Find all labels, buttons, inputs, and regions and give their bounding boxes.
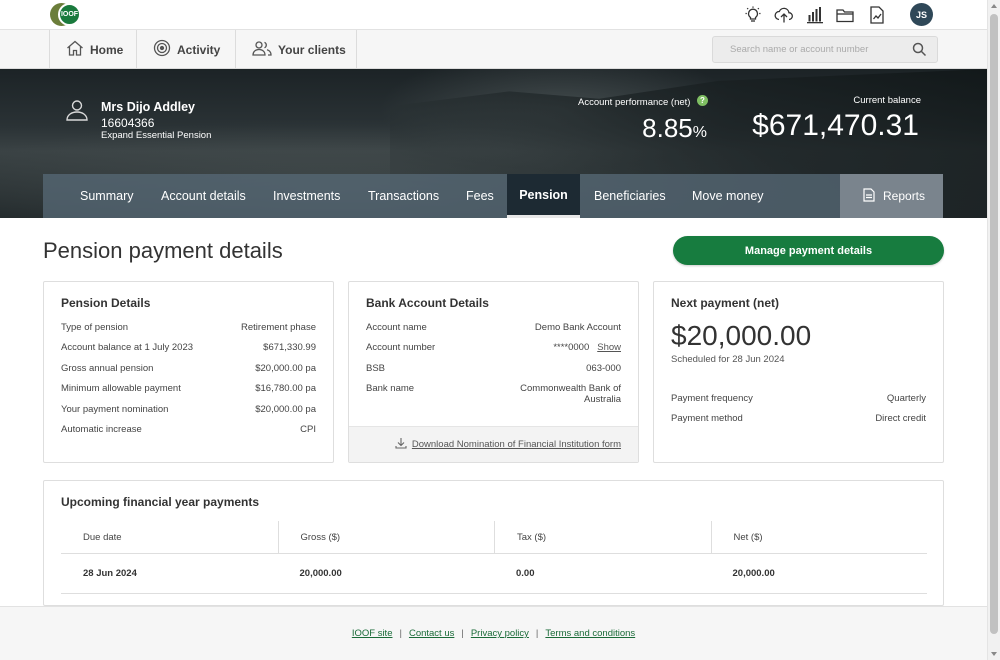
detail-row: Account name Demo Bank Account: [366, 322, 621, 333]
scrollbar-thumb[interactable]: [990, 14, 998, 634]
footer-link-ioof-site[interactable]: IOOF site: [352, 628, 393, 639]
reports-button[interactable]: Reports: [840, 174, 943, 218]
page-title: Pension payment details: [43, 238, 283, 263]
detail-row: Account balance at 1 July 2023 $671,330.9…: [61, 342, 316, 353]
account-tabs: Summary Account details Investments Tran…: [43, 174, 943, 218]
card-title: Bank Account Details: [366, 296, 489, 310]
nav-activity-label: Activity: [177, 42, 221, 57]
tab-fees[interactable]: Fees: [466, 174, 508, 218]
vertical-scrollbar[interactable]: [987, 0, 1000, 660]
search-icon[interactable]: [912, 42, 927, 62]
separator: |: [461, 628, 464, 639]
show-account-number-link[interactable]: Show: [597, 342, 621, 353]
reports-label: Reports: [883, 189, 926, 203]
separator: |: [535, 628, 539, 639]
download-icon: [395, 436, 407, 454]
next-payment-schedule: Scheduled for 28 Jun 2024: [671, 354, 785, 365]
brand-logo[interactable]: IOOF: [50, 3, 82, 26]
table-header: Due date Gross ($) Tax ($) Net ($): [61, 521, 927, 554]
download-nomination-form-link[interactable]: Download Nomination of Financial Institu…: [412, 439, 621, 450]
performance-value: 8.85%: [642, 113, 707, 143]
table-row: 28 Jun 2024 20,000.00 0.00 20,000.00: [61, 554, 927, 594]
nav-home[interactable]: Home: [49, 30, 137, 69]
client-icon: [65, 99, 89, 126]
detail-row: Type of pension Retirement phase: [61, 322, 316, 333]
table-cell: 28 Jun 2024: [83, 568, 137, 579]
scroll-down-icon[interactable]: [991, 652, 997, 656]
next-payment-amount: $20,000.00: [671, 320, 812, 351]
next-payment-card: Next payment (net) $20,000.00 Scheduled …: [653, 281, 944, 463]
home-icon: [66, 40, 84, 59]
payments-table: Due date Gross ($) Tax ($) Net ($) 28 Ju…: [61, 521, 927, 594]
card-title: Pension Details: [61, 296, 151, 310]
column-header: Net ($): [710, 521, 928, 553]
detail-row: Automatic increase CPI: [61, 424, 316, 435]
detail-row: Your payment nomination $20,000.00 pa: [61, 404, 316, 415]
scroll-up-icon[interactable]: [991, 4, 997, 8]
tab-transactions[interactable]: Transactions: [368, 174, 466, 218]
column-header: Tax ($): [494, 521, 711, 553]
nav-clients-label: Your clients: [278, 42, 346, 57]
folder-icon[interactable]: [835, 4, 856, 25]
table-cell: 20,000.00: [299, 568, 342, 579]
client-product: Expand Essential Pension: [101, 130, 212, 141]
upload-icon[interactable]: [773, 4, 794, 25]
search-input[interactable]: [713, 37, 903, 62]
balance-label: Current balance: [853, 95, 921, 106]
balance-value: $671,470.31: [752, 109, 919, 142]
tab-move-money[interactable]: Move money: [692, 174, 792, 218]
top-bar: IOOF JS: [0, 0, 987, 29]
bank-account-card: Bank Account Details Account name Demo Ba…: [348, 281, 639, 463]
pension-details-card: Pension Details Type of pension Retiremen…: [43, 281, 334, 463]
table-cell: 20,000.00: [732, 568, 775, 579]
bar-chart-icon[interactable]: [804, 4, 825, 25]
footer-link-contact[interactable]: Contact us: [409, 628, 454, 639]
help-icon[interactable]: ?: [697, 95, 708, 106]
report-icon: [863, 187, 875, 205]
top-toolbar: [742, 4, 887, 25]
tab-investments[interactable]: Investments: [273, 174, 368, 218]
tab-pension[interactable]: Pension: [507, 174, 580, 218]
main-nav: Home Activity Your clients: [0, 29, 987, 69]
nav-activity[interactable]: Activity: [137, 30, 236, 69]
client-name: Mrs Dijo Addley: [101, 100, 195, 114]
page-footer: IOOF site | Contact us | Privacy policy …: [0, 606, 987, 660]
account-hero: Mrs Dijo Addley 16604366 Expand Essentia…: [0, 69, 987, 218]
upcoming-payments-card: Upcoming financial year payments Due dat…: [43, 480, 944, 606]
tab-summary[interactable]: Summary: [43, 174, 161, 218]
manage-payment-details-button[interactable]: Manage payment details: [673, 236, 944, 265]
search-box: [712, 36, 938, 63]
tab-account-details[interactable]: Account details: [161, 174, 273, 218]
detail-row: Bank name Commonwealth Bank of Australia: [366, 383, 621, 405]
column-header: Gross ($): [277, 521, 495, 553]
detail-row: Account number ****0000 Show: [366, 342, 621, 353]
table-cell: 0.00: [516, 568, 535, 579]
client-account-number: 16604366: [101, 116, 155, 130]
detail-row: Gross annual pension $20,000.00 pa: [61, 363, 316, 374]
activity-icon: [153, 39, 171, 60]
download-form-bar: Download Nomination of Financial Institu…: [349, 426, 638, 462]
user-avatar[interactable]: JS: [910, 3, 933, 26]
card-title: Upcoming financial year payments: [61, 495, 260, 509]
card-title: Next payment (net): [671, 296, 780, 310]
lightbulb-icon[interactable]: [742, 4, 763, 25]
detail-row: BSB 063-000: [366, 363, 621, 374]
detail-row: Payment method Direct credit: [671, 413, 926, 424]
separator: |: [399, 628, 402, 639]
document-chart-icon[interactable]: [866, 4, 887, 25]
nav-your-clients[interactable]: Your clients: [236, 30, 357, 69]
footer-link-privacy[interactable]: Privacy policy: [471, 628, 529, 639]
clients-icon: [252, 40, 272, 59]
detail-row: Minimum allowable payment $16,780.00 pa: [61, 383, 316, 394]
column-header: Due date: [83, 531, 122, 543]
tab-beneficiaries[interactable]: Beneficiaries: [594, 174, 694, 218]
performance-label: Account performance (net): [578, 97, 691, 108]
detail-row: Payment frequency Quarterly: [671, 393, 926, 404]
footer-link-terms[interactable]: Terms and conditions: [545, 628, 635, 639]
nav-home-label: Home: [90, 42, 124, 57]
